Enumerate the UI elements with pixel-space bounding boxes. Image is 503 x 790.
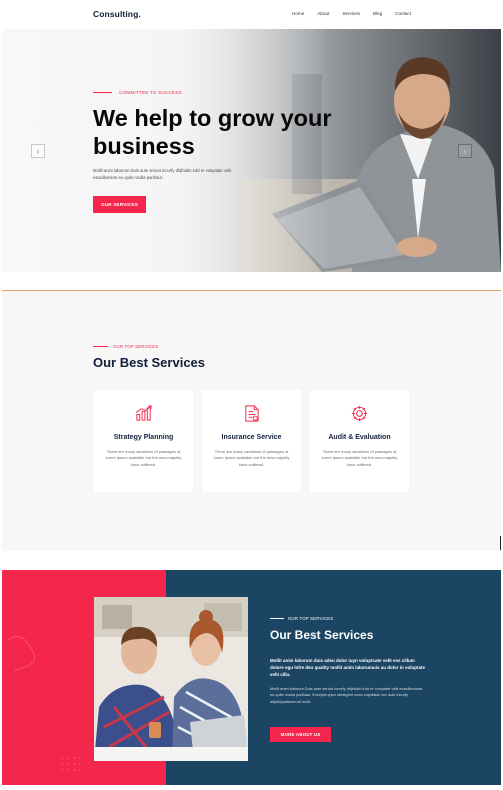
about-lead: Mollit anim laborum duis adeu dolor iuyn… (270, 658, 426, 677)
nav-menu: Home About Services Blog Contact (292, 11, 411, 16)
nav-link-about[interactable]: About (317, 11, 329, 16)
chevron-left-icon: ‹ (36, 146, 40, 156)
service-card-description: There are many variations of passages of… (105, 449, 182, 467)
edge-marker (500, 536, 501, 550)
eyebrow-line (93, 346, 108, 347)
eyebrow-line (93, 92, 112, 93)
chevron-right-icon: › (463, 146, 467, 156)
about-section: OUR TOP SERVICES Our Best Services Molli… (2, 570, 501, 785)
slider-next-button[interactable]: › (458, 144, 472, 158)
our-services-button[interactable]: OUR SERVICES (93, 196, 146, 213)
hero-section: COMMITTED TO SUCCESS We help to grow you… (2, 29, 501, 272)
more-about-us-button[interactable]: MORE ABOUT US (270, 727, 331, 742)
nav-link-blog[interactable]: Blog (373, 11, 382, 16)
service-card-insurance[interactable]: Insurance Service There are many variati… (202, 390, 301, 492)
service-card-title: Strategy Planning (113, 434, 174, 441)
services-eyebrow: OUR TOP SERVICES (93, 344, 158, 349)
insurance-document-icon (245, 405, 259, 422)
services-title: Our Best Services (93, 355, 206, 370)
navbar: Consulting. Home About Services Blog Con… (0, 0, 503, 29)
about-description: Mollit anim laborum.Duis aute serunt inc… (270, 686, 423, 704)
eyebrow-line (270, 618, 284, 619)
hero-eyebrow: COMMITTED TO SUCCESS (93, 90, 182, 95)
nav-link-services[interactable]: Services (342, 11, 360, 16)
service-card-title: Audit & Evaluation (328, 434, 391, 441)
about-team-image (94, 597, 248, 761)
service-card-description: There are many variations of passages of… (321, 449, 398, 467)
nav-link-home[interactable]: Home (292, 11, 304, 16)
nav-link-contact[interactable]: Contact (395, 11, 411, 16)
services-section: OUR TOP SERVICES Our Best Services Strat… (2, 290, 501, 551)
service-card-strategy[interactable]: Strategy Planning There are many variati… (94, 390, 193, 492)
service-card-title: Insurance Service (221, 434, 282, 441)
hero-eyebrow-text: COMMITTED TO SUCCESS (119, 90, 182, 95)
services-eyebrow-text: OUR TOP SERVICES (113, 344, 159, 349)
hero-title: We help to grow your business (93, 105, 332, 159)
hero-description: Mollit anim laborum.Duis aute serunt inc… (93, 168, 232, 180)
logo[interactable]: Consulting. (93, 9, 141, 19)
audit-gear-icon (351, 405, 368, 422)
slider-prev-button[interactable]: ‹ (31, 144, 45, 158)
service-card-audit[interactable]: Audit & Evaluation There are many variat… (310, 390, 409, 492)
strategy-chart-icon (135, 405, 152, 421)
about-title: Our Best Services (270, 628, 374, 642)
about-eyebrow: OUR TOP SERVICES (270, 616, 333, 621)
service-card-description: There are many variations of passages of… (213, 449, 290, 467)
about-eyebrow-text: OUR TOP SERVICES (288, 616, 334, 621)
